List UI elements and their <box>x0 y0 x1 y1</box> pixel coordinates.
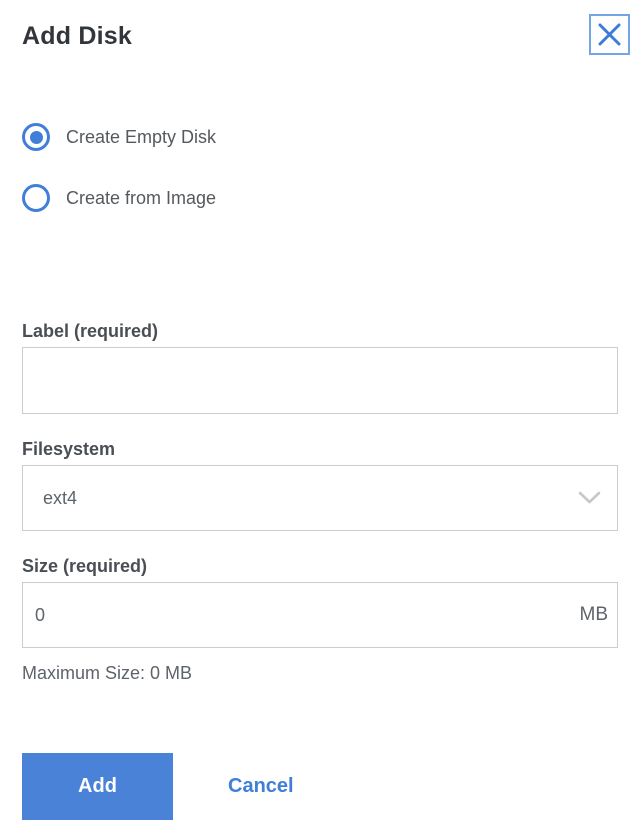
action-bar: Add Cancel <box>22 753 618 820</box>
label-field: Label (required) <box>22 320 618 414</box>
disk-mode-radio-group: Create Empty Disk Create from Image <box>22 123 618 212</box>
radio-create-from-image[interactable]: Create from Image <box>22 184 618 212</box>
filesystem-field: Filesystem ext4 <box>22 438 618 531</box>
size-field-label: Size (required) <box>22 556 148 576</box>
size-input-wrapper: MB <box>22 582 618 648</box>
drawer-header: Add Disk <box>22 14 630 55</box>
close-icon <box>598 23 621 46</box>
filesystem-field-label: Filesystem <box>22 439 116 459</box>
add-button[interactable]: Add <box>22 753 173 820</box>
chevron-down-icon <box>578 491 601 504</box>
page-title: Add Disk <box>22 22 132 50</box>
add-disk-drawer: Add Disk Create Empty Disk Create from I… <box>0 0 640 826</box>
radio-unselected-icon <box>22 184 50 212</box>
form-fields: Label (required) Filesystem ext4 Size (r… <box>22 320 618 684</box>
size-input[interactable] <box>22 582 618 648</box>
radio-selected-icon <box>22 123 50 151</box>
max-size-helper: Maximum Size: 0 MB <box>22 663 193 683</box>
size-field: Size (required) MB Maximum Size: 0 MB <box>22 555 618 684</box>
radio-label: Create from Image <box>66 187 217 208</box>
filesystem-selected-value: ext4 <box>43 487 78 508</box>
radio-label: Create Empty Disk <box>66 126 217 147</box>
filesystem-select[interactable]: ext4 <box>22 465 618 531</box>
cancel-button[interactable]: Cancel <box>228 775 294 798</box>
label-field-label: Label (required) <box>22 321 159 341</box>
radio-create-empty-disk[interactable]: Create Empty Disk <box>22 123 618 151</box>
size-unit-suffix: MB <box>579 604 609 625</box>
close-button[interactable] <box>589 14 630 55</box>
label-input[interactable] <box>22 347 618 414</box>
